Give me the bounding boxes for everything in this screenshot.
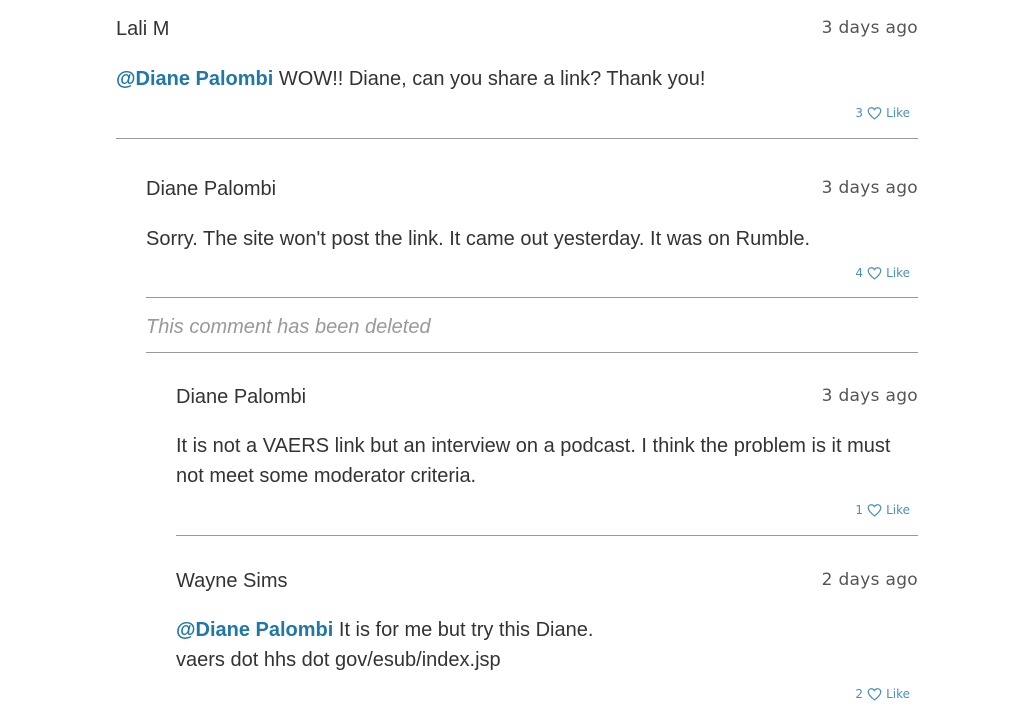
- heart-outline-icon: [867, 266, 882, 280]
- comment-author[interactable]: Lali M: [116, 18, 169, 41]
- comment-author[interactable]: Diane Palombi: [176, 386, 306, 409]
- divider: [146, 352, 918, 353]
- comment-author[interactable]: Diane Palombi: [146, 178, 276, 201]
- heart-outline-icon: [867, 687, 882, 701]
- comment-body: It is not a VAERS link but an interview …: [176, 431, 918, 491]
- mention-link[interactable]: @Diane Palombi: [176, 619, 333, 641]
- comment-timestamp: 3 days ago: [821, 18, 918, 38]
- like-button[interactable]: 3 Like: [855, 106, 910, 120]
- mention-link[interactable]: @Diane Palombi: [116, 68, 273, 90]
- comment-body: @Diane Palombi WOW!! Diane, can you shar…: [116, 64, 918, 94]
- deleted-comment-notice: This comment has been deleted: [146, 316, 431, 338]
- comment-text: WOW!! Diane, can you share a link? Thank…: [273, 68, 706, 90]
- like-count: 3: [855, 106, 864, 120]
- like-label: Like: [886, 106, 910, 120]
- like-label: Like: [886, 266, 910, 280]
- like-button[interactable]: 4 Like: [855, 266, 910, 280]
- like-label: Like: [886, 687, 910, 701]
- comment-body: Sorry. The site won't post the link. It …: [146, 224, 918, 254]
- like-count: 1: [855, 503, 864, 517]
- like-label: Like: [886, 503, 910, 517]
- divider: [116, 138, 918, 139]
- like-button[interactable]: 1 Like: [855, 503, 910, 517]
- comment-timestamp: 3 days ago: [821, 178, 918, 198]
- comment-timestamp: 2 days ago: [821, 570, 918, 590]
- comment-text: Sorry. The site won't post the link. It …: [146, 228, 811, 250]
- comment-body: @Diane Palombi It is for me but try this…: [176, 615, 918, 675]
- comment-text-line: @Diane Palombi It is for me but try this…: [176, 615, 918, 645]
- comment-text-line: vaers dot hhs dot gov/esub/index.jsp: [176, 649, 501, 671]
- comment-text-line: not meet some moderator criteria.: [176, 465, 477, 487]
- comment-author[interactable]: Wayne Sims: [176, 570, 288, 593]
- like-button[interactable]: 2 Like: [855, 687, 910, 701]
- divider: [176, 535, 918, 536]
- comment-timestamp: 3 days ago: [821, 386, 918, 406]
- like-count: 4: [855, 266, 864, 280]
- heart-outline-icon: [867, 106, 882, 120]
- divider: [146, 297, 918, 298]
- like-count: 2: [855, 687, 864, 701]
- heart-outline-icon: [867, 503, 882, 517]
- comment-text-line: It is not a VAERS link but an interview …: [176, 435, 891, 457]
- comment-text: It is for me but try this Diane.: [333, 619, 594, 641]
